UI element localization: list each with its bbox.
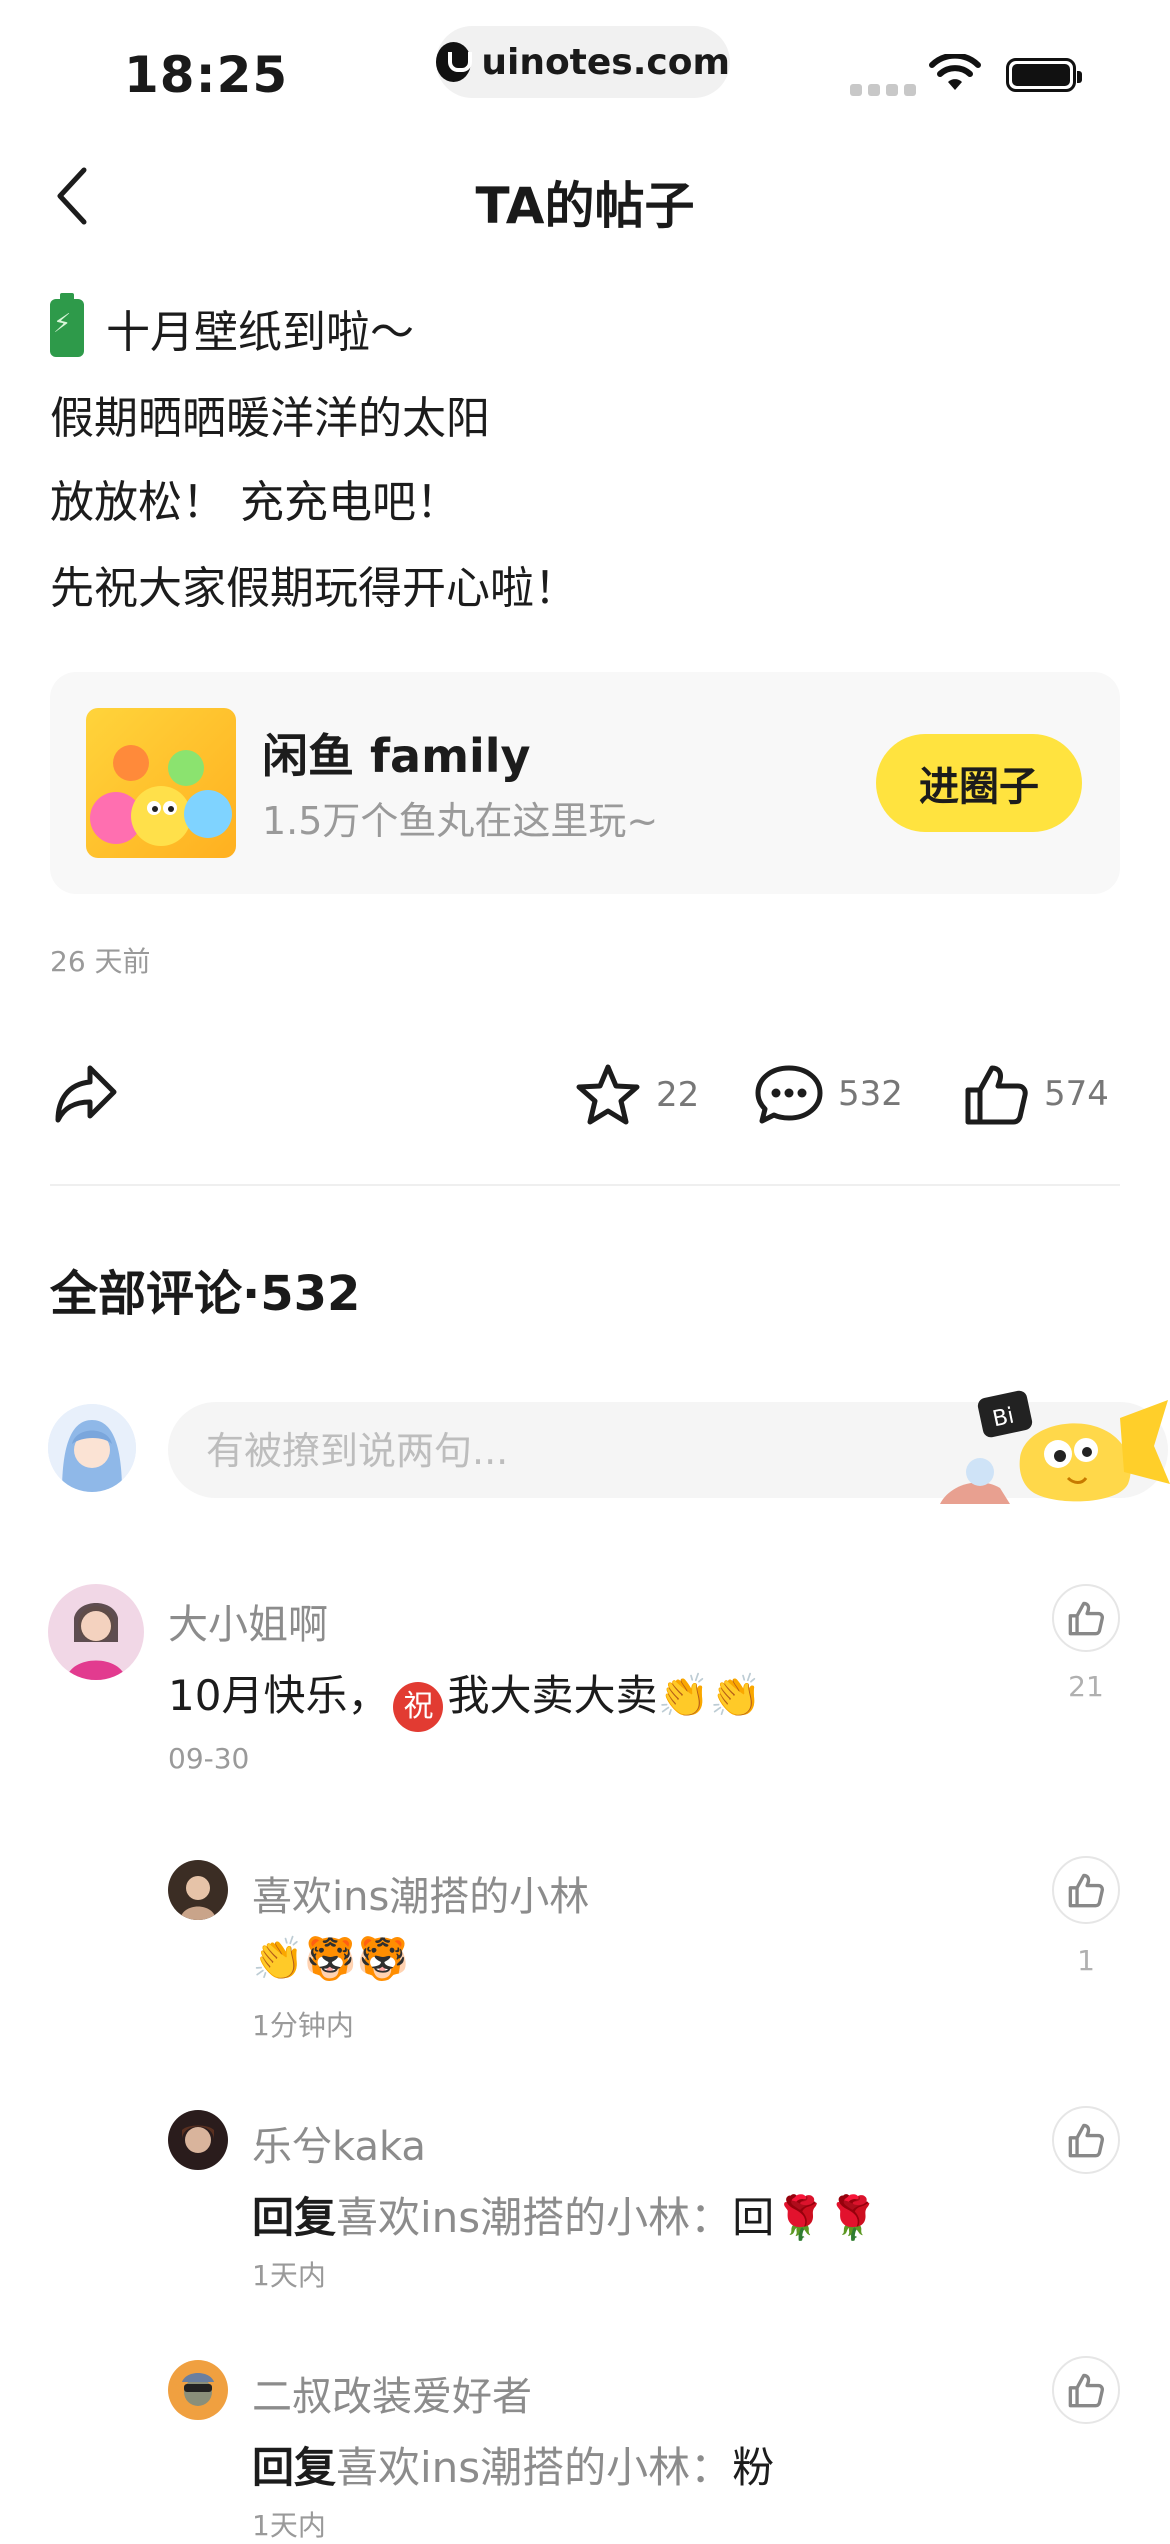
comment-count: 532 [838, 1074, 903, 1114]
post-line-1: 十月壁纸到啦～ [50, 293, 414, 360]
comment-like-button[interactable] [1052, 1856, 1120, 1924]
comment-date: 1天内 [252, 2509, 326, 2542]
thumbs-up-icon [1068, 2373, 1104, 2408]
star-icon [576, 1064, 640, 1125]
post-line-2: 假期晒晒暖洋洋的太阳 [50, 393, 490, 444]
fish-mascot-icon: Bi [940, 1390, 1170, 1504]
post-time: 26 天前 [50, 945, 151, 978]
reply-keyword: 回复 [252, 2193, 337, 2242]
comment-text-part: 回🌹🌹 [732, 2193, 879, 2242]
comment-text: 回复喜欢ins潮搭的小林：粉 [252, 2434, 774, 2495]
comment-button[interactable]: 532 [754, 1062, 903, 1126]
comment-username[interactable]: 二叔改装爱好者 [252, 2364, 532, 2422]
comment-date: 09-30 [168, 1742, 250, 1775]
comment-username[interactable]: 乐兮kaka [252, 2114, 426, 2172]
commenter-avatar[interactable] [168, 2360, 228, 2420]
divider [50, 1184, 1120, 1186]
commenter-avatar[interactable] [168, 1860, 228, 1920]
url-text: uinotes.com [481, 41, 730, 83]
comment-text: 回复喜欢ins潮搭的小林：回🌹🌹 [252, 2184, 879, 2245]
comment-text: 10月快乐，祝我大卖大卖👏👏 [168, 1662, 762, 1732]
share-button[interactable] [52, 1062, 120, 1124]
like-count: 574 [1044, 1074, 1109, 1114]
comment-text-part: 10月快乐， [168, 1671, 390, 1720]
join-circle-button[interactable]: 进圈子 [876, 734, 1082, 832]
circle-description: 1.5万个鱼丸在这里玩~ [262, 799, 659, 843]
like-button[interactable]: 574 [962, 1062, 1109, 1126]
comment-like-button[interactable] [1052, 2106, 1120, 2174]
comment-like-count: 1 [1077, 1944, 1095, 1977]
commenter-avatar[interactable] [48, 1584, 144, 1680]
post-line-1-text: 十月壁纸到啦～ [106, 307, 414, 358]
thumbs-up-icon [1068, 2123, 1104, 2158]
reply-keyword: 回复 [252, 2443, 337, 2492]
page-title: TA的帖子 [475, 177, 695, 235]
my-avatar[interactable] [48, 1404, 136, 1492]
reply-target[interactable]: 喜欢ins潮搭的小林： [336, 2193, 732, 2242]
favorite-count: 22 [656, 1075, 700, 1115]
circle-thumbnail [86, 708, 236, 858]
status-time: 18:25 [124, 46, 289, 104]
circle-card[interactable]: 闲鱼 family 1.5万个鱼丸在这里玩~ 进圈子 [50, 672, 1120, 894]
comment-like-count: 21 [1068, 1670, 1104, 1703]
share-icon [55, 1065, 117, 1123]
cellular-signal-icon [850, 84, 916, 96]
comment-icon [755, 1065, 823, 1124]
zhu-badge-icon: 祝 [393, 1682, 444, 1732]
comment-text-part: 粉 [732, 2443, 775, 2492]
battery-emoji-icon [50, 293, 84, 357]
url-pill[interactable]: uinotes.com [436, 26, 730, 98]
comment-date: 1分钟内 [252, 2009, 354, 2042]
favorite-button[interactable]: 22 [574, 1062, 699, 1128]
commenter-avatar[interactable] [168, 2110, 228, 2170]
reply-target[interactable]: 喜欢ins潮搭的小林： [336, 2443, 732, 2492]
comment-like-button[interactable] [1052, 1584, 1120, 1652]
thumbs-up-icon [1068, 1873, 1104, 1908]
thumbs-up-icon [965, 1065, 1028, 1125]
battery-icon [1006, 58, 1082, 92]
comment-username[interactable]: 喜欢ins潮搭的小林 [252, 1864, 589, 1922]
post-line-4: 先祝大家假期玩得开心啦！ [50, 563, 578, 614]
thumbs-up-icon [1068, 1601, 1104, 1636]
site-logo-icon [436, 42, 473, 82]
comment-input[interactable] [204, 1402, 908, 1500]
comment-like-button[interactable] [1052, 2356, 1120, 2424]
wifi-icon [929, 54, 981, 90]
comments-title: 全部评论·532 [50, 1266, 361, 1322]
circle-name: 闲鱼 family [262, 729, 531, 783]
comment-text: 👏🐯🐯 [252, 1934, 409, 1983]
post-line-3: 放放松！ 充充电吧！ [50, 477, 460, 528]
comment-date: 1天内 [252, 2259, 326, 2292]
comment-username[interactable]: 大小姐啊 [168, 1592, 328, 1650]
comment-text-part: 我大卖大卖👏👏 [447, 1671, 763, 1720]
